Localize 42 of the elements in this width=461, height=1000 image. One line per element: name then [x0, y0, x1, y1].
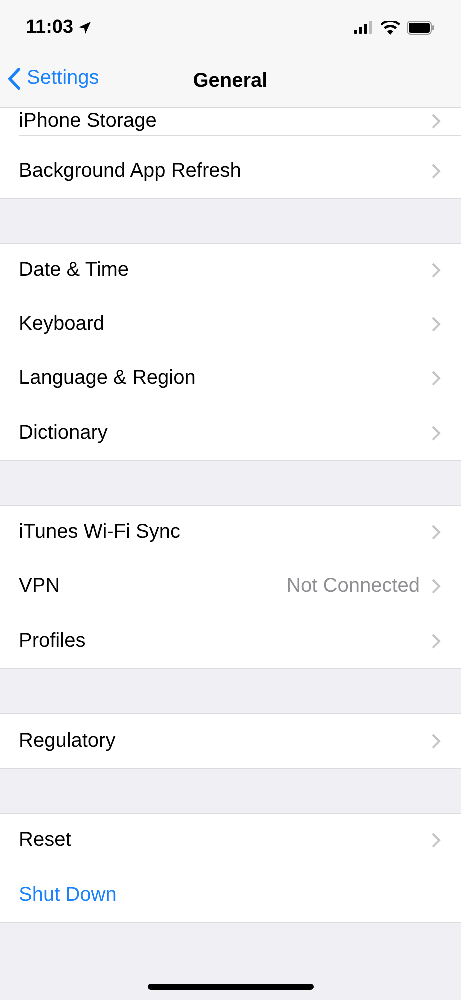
chevron-icon: [432, 114, 441, 129]
row-label: iPhone Storage: [19, 110, 158, 133]
settings-row[interactable]: Background App Refresh: [0, 144, 461, 198]
row-label: Dictionary: [19, 422, 109, 444]
row-label: Language & Region: [19, 367, 197, 390]
chevron-icon: [432, 317, 441, 332]
status-time: 11:03: [26, 16, 74, 38]
settings-row[interactable]: Keyboard: [0, 298, 461, 352]
chevron-icon: [432, 525, 441, 540]
settings-row[interactable]: Date & Time: [0, 244, 461, 298]
nav-title: General: [193, 70, 268, 92]
action-label: Shut Down: [19, 884, 118, 906]
chevron-icon: [432, 634, 441, 648]
battery-icon: [407, 20, 435, 34]
settings-row[interactable]: Reset: [0, 814, 461, 868]
chevron-icon: [432, 426, 441, 440]
action-row[interactable]: Shut Down: [0, 868, 461, 922]
chevron-icon: [432, 263, 441, 278]
settings-row[interactable]: iTunes Wi-Fi Sync: [0, 506, 461, 560]
row-label: iTunes Wi-Fi Sync: [19, 521, 182, 544]
back-chevron-icon: [8, 68, 21, 90]
row-label: Reset: [19, 829, 72, 852]
settings-row[interactable]: Profiles: [0, 614, 461, 668]
chevron-icon: [432, 164, 441, 178]
row-label: Background App Refresh: [19, 160, 242, 182]
settings-row[interactable]: Regulatory: [0, 714, 461, 768]
row-value: Not Connected: [286, 575, 420, 598]
signal-icon: [354, 21, 374, 34]
chevron-icon: [432, 579, 441, 594]
row-label: Profiles: [19, 630, 87, 652]
row-label: Regulatory: [19, 730, 117, 752]
settings-row[interactable]: VPN Not Connected: [0, 560, 461, 614]
settings-row[interactable]: Dictionary: [0, 406, 461, 460]
chevron-icon: [432, 734, 441, 748]
chevron-icon: [432, 833, 441, 848]
row-label: VPN: [19, 575, 62, 598]
row-label: Keyboard: [19, 313, 106, 336]
settings-row[interactable]: Language & Region: [0, 352, 461, 406]
chevron-icon: [432, 371, 441, 386]
wifi-icon: [381, 20, 400, 34]
settings-row[interactable]: iPhone Storage: [0, 108, 461, 144]
row-label: Date & Time: [19, 259, 130, 282]
